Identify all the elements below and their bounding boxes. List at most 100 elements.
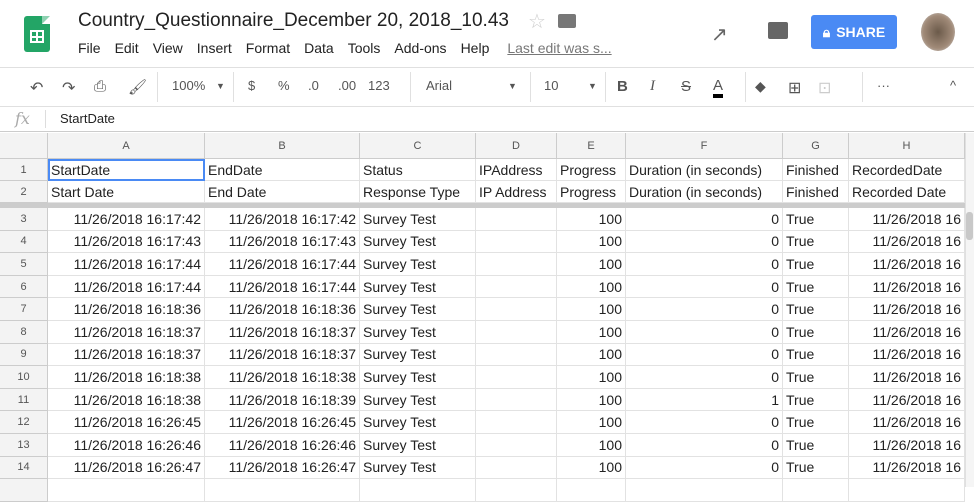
cell[interactable]: Finished — [783, 181, 849, 203]
cell[interactable]: 11/26/2018 16:17:43 — [48, 230, 205, 254]
cell[interactable] — [626, 479, 783, 502]
menu-data[interactable]: Data — [304, 40, 334, 56]
cell[interactable] — [783, 479, 849, 502]
zoom-select[interactable]: 100% — [172, 78, 205, 93]
currency-button[interactable]: $ — [248, 78, 255, 93]
trend-icon[interactable]: ↗ — [711, 22, 728, 47]
document-title[interactable]: Country_Questionnaire_December 20, 2018_… — [78, 10, 509, 32]
cell[interactable]: True — [783, 388, 849, 412]
cell[interactable]: 100 — [557, 388, 626, 412]
cell[interactable]: 0 — [626, 275, 783, 299]
cell[interactable]: Progress — [557, 159, 626, 181]
cell[interactable]: True — [783, 208, 849, 231]
cell[interactable]: Survey Test — [360, 366, 476, 389]
row-header[interactable]: 1 — [0, 159, 48, 181]
star-icon[interactable]: ☆ — [528, 9, 546, 34]
cell[interactable]: 11/26/2018 16:18:37 — [205, 343, 360, 367]
cell[interactable]: 11/26/2018 16:26:46 — [205, 434, 360, 457]
cell[interactable]: 11/26/2018 16:26:46 — [48, 434, 205, 457]
share-button[interactable]: 🔒︎ SHARE — [811, 15, 897, 49]
formula-input[interactable]: StartDate — [60, 111, 115, 126]
column-header-h[interactable]: H — [849, 133, 965, 159]
cell[interactable]: Survey Test — [360, 298, 476, 321]
column-header-f[interactable]: F — [626, 133, 783, 159]
cell[interactable]: IP Address — [476, 181, 557, 203]
cell[interactable]: 11/26/2018 16:18:37 — [205, 321, 360, 344]
cell[interactable]: 0 — [626, 366, 783, 389]
cell[interactable]: 100 — [557, 343, 626, 367]
text-color-button[interactable]: A — [713, 78, 724, 98]
font-select[interactable]: Arial — [426, 78, 452, 93]
column-header-g[interactable]: G — [783, 133, 849, 159]
cell[interactable] — [476, 298, 557, 321]
freeze-divider[interactable] — [0, 203, 965, 208]
fill-color-icon[interactable]: ◆ — [755, 78, 766, 95]
cell[interactable]: 11/26/2018 16 — [849, 411, 965, 434]
cell[interactable] — [360, 479, 476, 502]
collapse-toolbar-button[interactable]: ^ — [950, 78, 956, 93]
cell[interactable]: 11/26/2018 16 — [849, 230, 965, 254]
cell[interactable]: Survey Test — [360, 208, 476, 231]
cell[interactable] — [476, 253, 557, 276]
folder-icon[interactable] — [558, 14, 576, 28]
row-header[interactable]: 4 — [0, 230, 48, 254]
cell[interactable] — [557, 479, 626, 502]
avatar[interactable] — [921, 13, 955, 51]
cell[interactable]: 11/26/2018 16 — [849, 253, 965, 276]
cell[interactable]: 0 — [626, 230, 783, 254]
cell[interactable]: 11/26/2018 16:26:45 — [205, 411, 360, 434]
cell[interactable] — [476, 434, 557, 457]
cell[interactable] — [476, 456, 557, 480]
number-format-button[interactable]: 123 — [368, 78, 390, 93]
menu-view[interactable]: View — [153, 40, 183, 56]
cell[interactable]: True — [783, 343, 849, 367]
column-header-d[interactable]: D — [476, 133, 557, 159]
cell[interactable]: Survey Test — [360, 388, 476, 412]
column-header-e[interactable]: E — [557, 133, 626, 159]
row-header[interactable]: 9 — [0, 343, 48, 367]
cell[interactable]: True — [783, 253, 849, 276]
cell[interactable]: 11/26/2018 16 — [849, 366, 965, 389]
cell[interactable] — [849, 479, 965, 502]
row-header[interactable]: 11 — [0, 388, 48, 412]
cell[interactable]: 0 — [626, 434, 783, 457]
select-all-corner[interactable] — [0, 133, 48, 159]
cell[interactable] — [476, 230, 557, 254]
cell[interactable]: 11/26/2018 16:26:45 — [48, 411, 205, 434]
sheets-logo[interactable] — [24, 16, 50, 52]
row-header[interactable]: 5 — [0, 253, 48, 276]
cell[interactable]: True — [783, 275, 849, 299]
row-header[interactable]: 14 — [0, 456, 48, 480]
comment-icon[interactable] — [768, 22, 788, 39]
cell[interactable]: Survey Test — [360, 275, 476, 299]
cell[interactable]: Survey Test — [360, 434, 476, 457]
strikethrough-button[interactable]: S — [681, 78, 691, 95]
cell[interactable]: True — [783, 321, 849, 344]
cell[interactable]: 11/26/2018 16:17:42 — [205, 208, 360, 231]
cell[interactable]: Recorded Date — [849, 181, 965, 203]
cell[interactable]: True — [783, 298, 849, 321]
print-icon[interactable]: ⎙ — [94, 78, 106, 95]
cell[interactable]: 11/26/2018 16:17:44 — [48, 275, 205, 299]
cell[interactable]: 11/26/2018 16:18:36 — [205, 298, 360, 321]
cell[interactable] — [476, 366, 557, 389]
cell[interactable]: 11/26/2018 16 — [849, 456, 965, 480]
row-header[interactable]: 10 — [0, 366, 48, 389]
row-header[interactable]: 12 — [0, 411, 48, 434]
cell[interactable]: 11/26/2018 16:18:39 — [205, 388, 360, 412]
cell[interactable] — [476, 411, 557, 434]
cell[interactable]: Survey Test — [360, 321, 476, 344]
row-header[interactable]: 6 — [0, 275, 48, 299]
vertical-scrollbar[interactable] — [965, 133, 974, 487]
cell[interactable]: 100 — [557, 253, 626, 276]
row-header[interactable] — [0, 479, 48, 502]
cell[interactable]: 100 — [557, 321, 626, 344]
cell[interactable]: 100 — [557, 298, 626, 321]
row-header[interactable]: 13 — [0, 434, 48, 457]
cell[interactable]: True — [783, 434, 849, 457]
cell[interactable]: 11/26/2018 16 — [849, 388, 965, 412]
last-edit-link[interactable]: Last edit was s... — [507, 40, 611, 56]
paint-format-icon[interactable]: 🖌︎ — [128, 78, 147, 96]
cell[interactable]: 11/26/2018 16:17:44 — [48, 253, 205, 276]
cell[interactable]: True — [783, 230, 849, 254]
